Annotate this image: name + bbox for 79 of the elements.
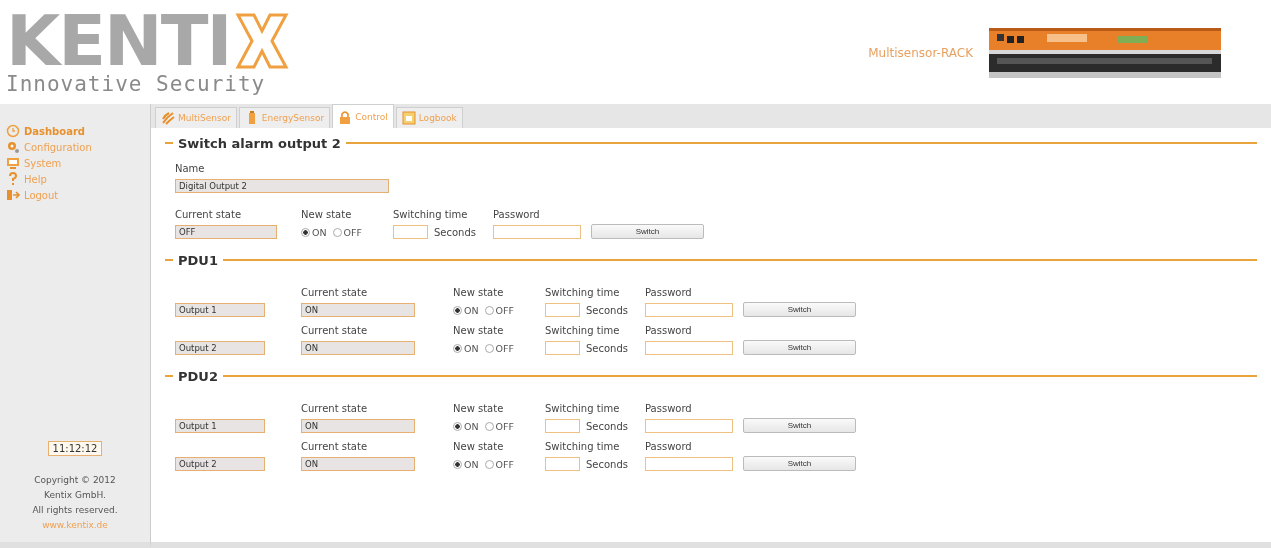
current-state-field: ON: [301, 341, 415, 355]
field-label: Password: [493, 208, 541, 222]
monitor-icon: [6, 156, 20, 170]
field-label: Password: [645, 402, 693, 416]
copyright-text: Kentix GmbH.: [44, 490, 106, 500]
unit-label: Seconds: [586, 304, 628, 316]
output-name-field: Output 2: [175, 457, 265, 471]
field-label: Name: [175, 162, 206, 176]
section-title: Switch alarm output 2: [178, 135, 341, 151]
logo-wordmark: KENTI: [6, 10, 231, 72]
radio-button[interactable]: OFF: [484, 304, 514, 316]
time-input[interactable]: [545, 457, 580, 471]
switch-button[interactable]: Switch: [743, 340, 856, 355]
password-input[interactable]: [645, 419, 733, 433]
clock-display: 11:12:12: [47, 441, 103, 456]
field-label: Current state: [175, 208, 243, 222]
field-label: New state: [453, 402, 505, 416]
password-input[interactable]: [645, 457, 733, 471]
password-input[interactable]: [493, 225, 581, 239]
logo-tagline: Innovative Security: [6, 72, 267, 96]
field-label: Password: [645, 286, 693, 300]
field-label: Switching time: [545, 440, 621, 454]
field-label: New state: [453, 324, 505, 338]
output-name-field: Output 1: [175, 419, 265, 433]
radio-button[interactable]: ON: [453, 304, 479, 316]
radio-button[interactable]: ON: [301, 226, 327, 238]
field-label: Password: [645, 440, 693, 454]
current-state-field: ON: [301, 303, 415, 317]
field-label: New state: [301, 208, 353, 222]
field-label: Password: [645, 324, 693, 338]
unit-label: Seconds: [434, 226, 476, 238]
field-label: Current state: [301, 402, 369, 416]
clock-icon: [6, 124, 20, 138]
calendar-icon: [401, 111, 416, 125]
field-label: Switching time: [393, 208, 469, 222]
current-state-field: OFF: [175, 225, 277, 239]
unit-label: Seconds: [586, 458, 628, 470]
field-label: Switching time: [545, 286, 621, 300]
name-field: Digital Output 2: [175, 179, 389, 193]
output-name-field: Output 1: [175, 303, 265, 317]
device-name: Multisensor-RACK: [868, 46, 973, 60]
radio-button[interactable]: ON: [453, 342, 479, 354]
copyright-text: All rights reserved.: [32, 505, 118, 515]
switch-button[interactable]: Switch: [743, 418, 856, 433]
radio-button[interactable]: OFF: [484, 342, 514, 354]
field-label: Current state: [301, 440, 369, 454]
door-icon: [6, 188, 20, 202]
time-input[interactable]: [393, 225, 428, 239]
field-label: Current state: [301, 324, 369, 338]
lock-icon: [338, 109, 353, 124]
output-name-field: Output 2: [175, 341, 265, 355]
unit-label: Seconds: [586, 420, 628, 432]
time-input[interactable]: [545, 303, 580, 317]
gear-icon: [6, 140, 20, 154]
password-input[interactable]: [645, 341, 733, 355]
section-title: PDU1: [178, 252, 218, 268]
switch-button[interactable]: Switch: [591, 224, 704, 239]
password-input[interactable]: [645, 303, 733, 317]
field-label: Switching time: [545, 324, 621, 338]
radio-button[interactable]: ON: [453, 420, 479, 432]
switch-button[interactable]: Switch: [743, 302, 856, 317]
field-label: New state: [453, 440, 505, 454]
current-state-field: ON: [301, 457, 415, 471]
unit-label: Seconds: [586, 342, 628, 354]
radio-button[interactable]: OFF: [484, 420, 514, 432]
time-input[interactable]: [545, 341, 580, 355]
field-label: New state: [453, 286, 505, 300]
section-title: PDU2: [178, 368, 218, 384]
radio-button[interactable]: ON: [453, 458, 479, 470]
copyright-text: Copyright © 2012: [34, 475, 116, 485]
field-label: Switching time: [545, 402, 621, 416]
switch-button[interactable]: Switch: [743, 456, 856, 471]
field-label: Current state: [301, 286, 369, 300]
time-input[interactable]: [545, 419, 580, 433]
radio-button[interactable]: OFF: [332, 226, 362, 238]
radio-button[interactable]: OFF: [484, 458, 514, 470]
question-mark-icon: [6, 172, 20, 186]
current-state-field: ON: [301, 419, 415, 433]
waves-icon: [161, 111, 175, 125]
